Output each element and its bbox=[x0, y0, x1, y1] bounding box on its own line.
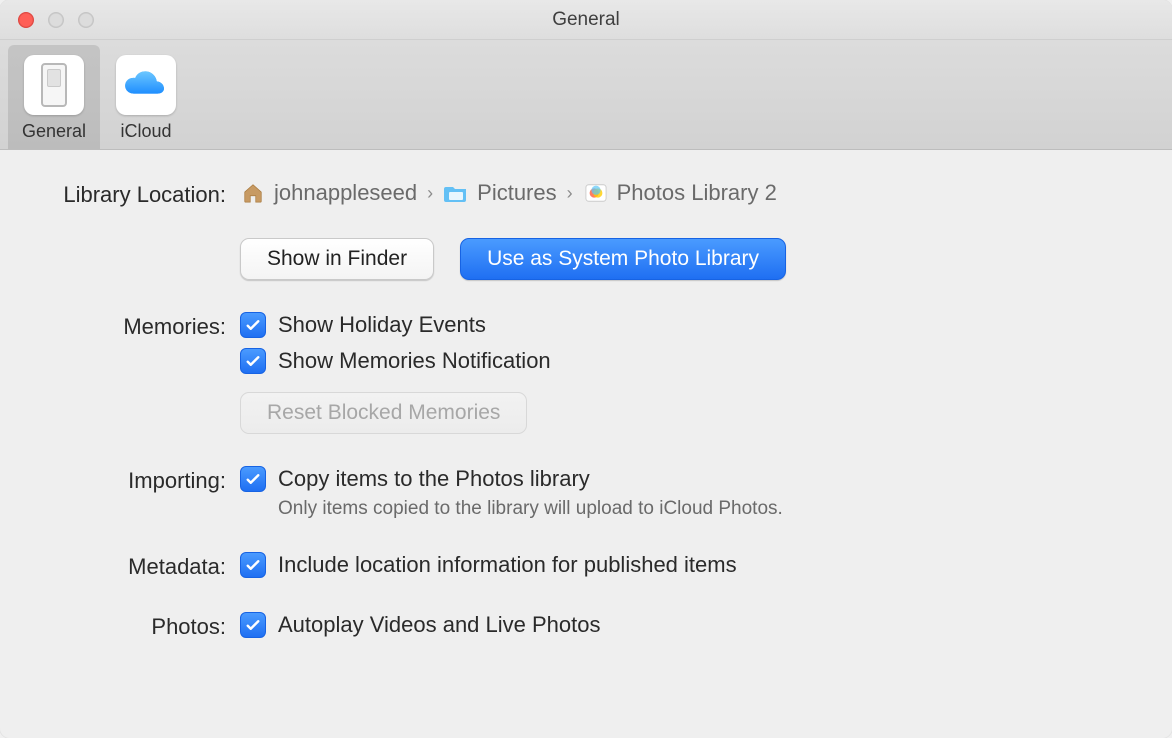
copy-items-checkbox-row[interactable]: Copy items to the Photos library bbox=[240, 466, 1142, 492]
importing-row: Importing: Copy items to the Photos libr… bbox=[30, 466, 1142, 520]
icloud-icon bbox=[116, 55, 176, 115]
chevron-right-icon: › bbox=[567, 183, 573, 204]
home-icon bbox=[240, 182, 266, 204]
breadcrumb: johnappleseed › Pictures › Pho bbox=[240, 180, 1142, 206]
tab-icloud-label: iCloud bbox=[120, 121, 171, 142]
zoom-window-button[interactable] bbox=[78, 12, 94, 28]
library-location-label: Library Location: bbox=[30, 180, 240, 208]
importing-help-text: Only items copied to the library will up… bbox=[278, 498, 1142, 520]
include-location-checkbox-row[interactable]: Include location information for publish… bbox=[240, 552, 1142, 578]
importing-label: Importing: bbox=[30, 466, 240, 494]
button-label: Reset Blocked Memories bbox=[267, 401, 500, 425]
use-as-system-photo-library-button[interactable]: Use as System Photo Library bbox=[460, 238, 786, 280]
tab-general[interactable]: General bbox=[8, 45, 100, 149]
checkbox-label: Autoplay Videos and Live Photos bbox=[278, 612, 601, 638]
checkbox-label: Show Memories Notification bbox=[278, 348, 551, 374]
show-memories-notification-checkbox-row[interactable]: Show Memories Notification bbox=[240, 348, 1142, 374]
checkbox-checked-icon bbox=[240, 466, 266, 492]
breadcrumb-item-library[interactable]: Photos Library 2 bbox=[583, 180, 777, 206]
photos-label: Photos: bbox=[30, 612, 240, 640]
content-area: Library Location: johnappleseed › P bbox=[0, 150, 1172, 738]
checkbox-checked-icon bbox=[240, 348, 266, 374]
photos-row: Photos: Autoplay Videos and Live Photos bbox=[30, 612, 1142, 640]
window-title: General bbox=[0, 9, 1172, 31]
preferences-toolbar: General iCloud bbox=[0, 40, 1172, 150]
button-label: Show in Finder bbox=[267, 247, 407, 271]
metadata-label: Metadata: bbox=[30, 552, 240, 580]
show-in-finder-button[interactable]: Show in Finder bbox=[240, 238, 434, 280]
breadcrumb-text: johnappleseed bbox=[274, 180, 417, 206]
breadcrumb-text: Photos Library 2 bbox=[617, 180, 777, 206]
tab-icloud[interactable]: iCloud bbox=[100, 45, 192, 149]
show-holiday-events-checkbox-row[interactable]: Show Holiday Events bbox=[240, 312, 1142, 338]
library-location-row: Library Location: johnappleseed › P bbox=[30, 180, 1142, 280]
folder-pictures-icon bbox=[443, 182, 469, 204]
minimize-window-button[interactable] bbox=[48, 12, 64, 28]
breadcrumb-text: Pictures bbox=[477, 180, 556, 206]
autoplay-checkbox-row[interactable]: Autoplay Videos and Live Photos bbox=[240, 612, 1142, 638]
checkbox-label: Copy items to the Photos library bbox=[278, 466, 590, 492]
checkbox-checked-icon bbox=[240, 312, 266, 338]
memories-label: Memories: bbox=[30, 312, 240, 340]
checkbox-checked-icon bbox=[240, 612, 266, 638]
memories-row: Memories: Show Holiday Events Show Memor… bbox=[30, 312, 1142, 434]
preferences-window: General General iCloud Library Location: bbox=[0, 0, 1172, 738]
switch-icon bbox=[24, 55, 84, 115]
traffic-lights bbox=[0, 12, 94, 28]
close-window-button[interactable] bbox=[18, 12, 34, 28]
metadata-row: Metadata: Include location information f… bbox=[30, 552, 1142, 580]
tab-general-label: General bbox=[22, 121, 86, 142]
chevron-right-icon: › bbox=[427, 183, 433, 204]
breadcrumb-item-home[interactable]: johnappleseed bbox=[240, 180, 417, 206]
checkbox-label: Include location information for publish… bbox=[278, 552, 737, 578]
breadcrumb-item-pictures[interactable]: Pictures bbox=[443, 180, 556, 206]
titlebar: General bbox=[0, 0, 1172, 40]
checkbox-label: Show Holiday Events bbox=[278, 312, 486, 338]
reset-blocked-memories-button[interactable]: Reset Blocked Memories bbox=[240, 392, 527, 434]
checkbox-checked-icon bbox=[240, 552, 266, 578]
button-label: Use as System Photo Library bbox=[487, 247, 759, 271]
photos-library-icon bbox=[583, 182, 609, 204]
